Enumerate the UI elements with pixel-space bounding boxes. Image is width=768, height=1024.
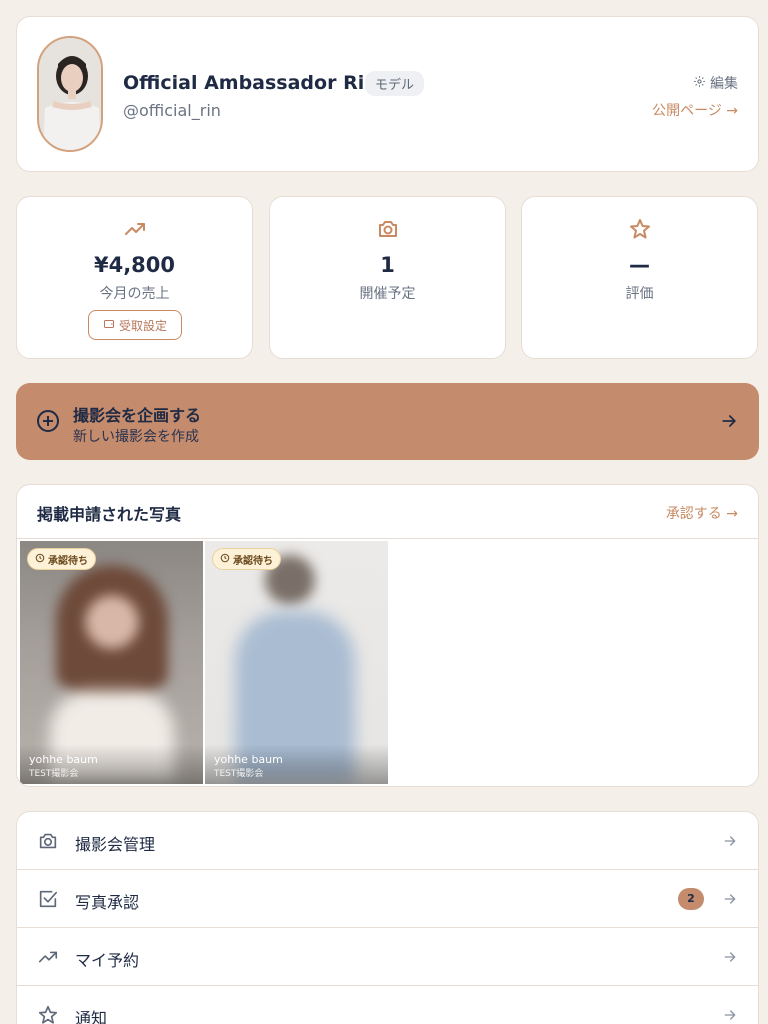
section-header: 掲載申請された写真 承認する → [17,485,758,539]
photo-thumbnail[interactable]: 承認待ち yohhe baum TEST撮影会 [205,541,388,784]
trending-up-icon [37,946,59,972]
stat-card-sales: ¥4,800 今月の売上 受取設定 [16,196,253,359]
cta-title: 撮影会を企画する [73,406,202,425]
pending-badge: 承認待ち [212,548,281,570]
gear-icon [693,75,706,92]
stat-value: ¥4,800 [93,253,176,277]
photographer-name: yohhe baum [214,753,283,766]
avatar[interactable] [37,36,103,152]
menu-item-session-management[interactable]: 撮影会管理 [17,812,758,870]
section-title: 掲載申請された写真 [37,505,182,524]
pending-badge: 承認待ち [27,548,96,570]
photo-thumbnail[interactable]: 承認待ち yohhe baum TEST撮影会 [20,541,203,784]
edit-link[interactable]: 編集 [693,73,738,93]
edit-label: 編集 [710,76,738,92]
clock-icon [220,553,230,566]
public-page-link[interactable]: 公開ページ → [652,100,738,120]
profile-card: Official Ambassador Rin モデル @official_ri… [16,16,759,172]
cta-subtitle: 新しい撮影会を作成 [73,429,199,445]
count-badge: 2 [678,888,704,910]
menu-item-label: 撮影会管理 [75,835,156,854]
menu-item-my-reservations[interactable]: マイ予約 [17,928,758,986]
star-icon [522,217,757,241]
stat-value: 1 [380,253,395,277]
payout-settings-button[interactable]: 受取設定 [88,310,182,340]
plus-circle-icon [36,409,60,437]
stat-label: 今月の売上 [99,286,170,302]
camera-icon [37,830,59,856]
arrow-right-icon [722,949,738,969]
event-name: TEST撮影会 [29,769,79,779]
stat-label: 開催予定 [359,286,416,302]
profile-name: Official Ambassador Rin [123,72,378,94]
menu-item-photo-approval[interactable]: 写真承認 2 [17,870,758,928]
checkbox-icon [37,888,59,914]
submitted-photos-section: 掲載申請された写真 承認する → 承認待ち yohhe baum TEST撮影会… [16,484,759,787]
stat-label: 評価 [625,286,654,302]
menu-item-label: マイ予約 [75,951,140,970]
profile-handle: @official_rin [123,101,221,120]
event-name: TEST撮影会 [214,769,264,779]
wallet-icon [103,318,115,333]
arrow-right-icon [719,411,739,435]
clock-icon [35,553,45,566]
approve-link[interactable]: 承認する → [666,503,738,523]
menu-item-label: 写真承認 [75,893,140,912]
menu-item-notifications[interactable]: 通知 [17,986,758,1024]
menu-list: 撮影会管理 写真承認 2 マイ予約 通知 [16,811,759,1024]
payout-settings-label: 受取設定 [118,318,167,333]
role-badge: モデル [365,71,425,96]
star-icon [37,1004,59,1024]
create-session-button[interactable]: 撮影会を企画する 新しい撮影会を作成 [16,383,759,460]
pending-label: 承認待ち [48,555,88,567]
trending-up-icon [17,217,252,241]
camera-icon [270,217,505,241]
arrow-right-icon [722,1007,738,1024]
stat-card-rating: — 評価 [521,196,758,359]
arrow-right-icon [722,833,738,853]
stat-card-upcoming: 1 開催予定 [269,196,506,359]
stat-value: — [629,253,650,277]
photographer-name: yohhe baum [29,753,98,766]
pending-label: 承認待ち [233,555,273,567]
arrow-right-icon [722,891,738,911]
menu-item-label: 通知 [75,1009,108,1024]
